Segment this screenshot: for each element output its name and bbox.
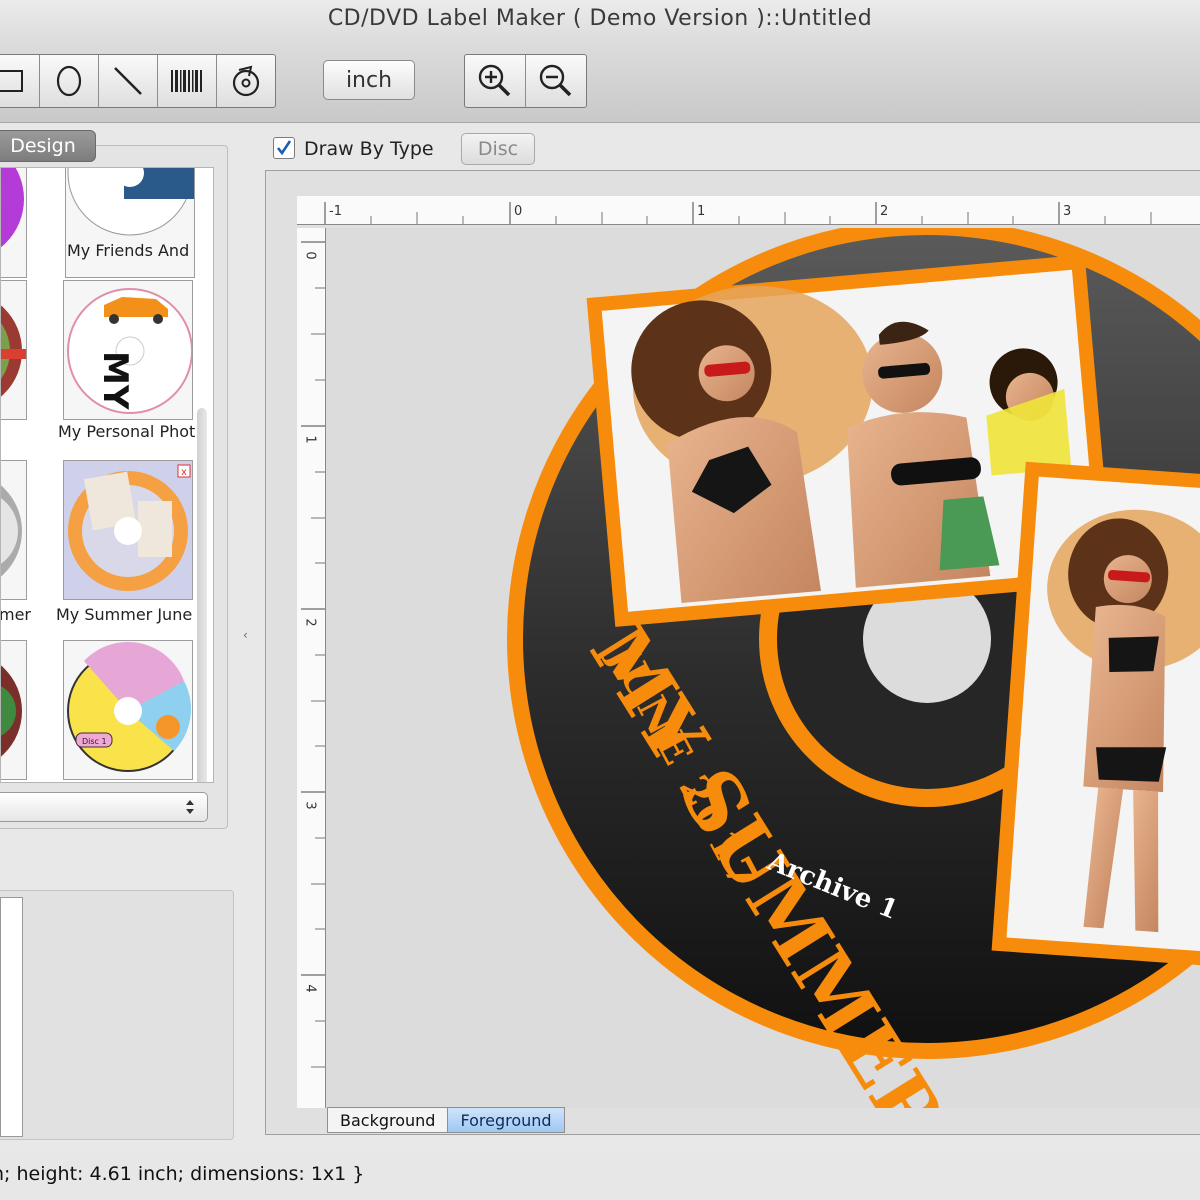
- draw-by-type-label: Draw By Type: [304, 138, 434, 160]
- barcode-icon: [171, 70, 202, 92]
- layer-tabs: Background Foreground: [327, 1107, 565, 1133]
- svg-text:x: x: [181, 467, 187, 478]
- rectangle-icon: [0, 70, 23, 92]
- disc-button[interactable]: Disc: [461, 133, 535, 165]
- barcode-tool[interactable]: [158, 55, 217, 107]
- ruler-label: 1: [302, 435, 318, 444]
- template-thumb-summer-photos[interactable]: Disc 1: [63, 640, 193, 780]
- disc-image-tool[interactable]: [217, 55, 275, 107]
- template-thumb-summer[interactable]: x: [63, 460, 193, 600]
- unit-button[interactable]: inch: [323, 60, 415, 100]
- line-icon: [114, 67, 142, 95]
- draw-by-type-checkbox[interactable]: [273, 137, 295, 159]
- svg-text:MY: MY: [95, 351, 135, 410]
- design-canvas[interactable]: JUNE 2017 MY SUMMER Archive 1: [326, 228, 1200, 1108]
- tab-foreground[interactable]: Foreground: [448, 1107, 565, 1133]
- template-category-select[interactable]: [0, 792, 208, 822]
- template-gallery: mer My Friends And MY My Personal Phot x…: [0, 167, 214, 783]
- status-bar: h; height: 4.61 inch; dimensions: 1x1 }: [0, 1153, 1200, 1200]
- ruler-label: 0: [514, 204, 523, 219]
- splitter-handle[interactable]: ‹: [243, 628, 248, 642]
- rectangle-tool[interactable]: [0, 55, 40, 107]
- window-title: CD/DVD Label Maker ( Demo Version )::Unt…: [327, 6, 873, 31]
- line-tool[interactable]: [99, 55, 158, 107]
- ruler-label: 3: [1063, 204, 1072, 219]
- template-thumb[interactable]: [1, 168, 27, 278]
- ruler-label: -1: [329, 204, 342, 219]
- photo-group[interactable]: [991, 461, 1200, 967]
- disc-label[interactable]: JUNE 2017 MY SUMMER Archive 1: [326, 228, 1200, 1108]
- ellipse-icon: [56, 65, 82, 97]
- zoom-in-icon: [478, 64, 511, 97]
- ruler-label: 3: [302, 801, 318, 810]
- template-thumb-personal[interactable]: MY: [63, 280, 193, 420]
- select-arrows-icon: [186, 800, 194, 814]
- template-caption: My Friends And: [67, 241, 190, 260]
- ruler-label: 0: [302, 251, 318, 260]
- template-caption: mer: [0, 605, 32, 624]
- template-caption: My Personal Phot: [58, 422, 196, 441]
- properties-list[interactable]: [0, 897, 23, 1137]
- ruler-label: 2: [302, 618, 318, 627]
- svg-text:Disc 1: Disc 1: [82, 737, 107, 746]
- zoom-in-button[interactable]: [465, 55, 526, 107]
- title-bar: CD/DVD Label Maker ( Demo Version )::Unt…: [0, 0, 1200, 42]
- status-text: h; height: 4.61 inch; dimensions: 1x1 }: [0, 1163, 365, 1185]
- design-tab[interactable]: Design: [0, 130, 96, 162]
- gallery-scrollbar[interactable]: [197, 408, 207, 782]
- template-caption: My Summer June: [56, 605, 193, 624]
- template-thumb-friends[interactable]: [65, 168, 195, 278]
- horizontal-ruler: -1 0 1 2 3: [297, 196, 1200, 225]
- zoom-out-button[interactable]: [526, 55, 586, 107]
- tab-background[interactable]: Background: [327, 1107, 449, 1133]
- ruler-label: 1: [697, 204, 706, 219]
- zoom-out-icon: [539, 64, 572, 97]
- drawing-tools: [0, 54, 276, 108]
- disc-image-icon: [232, 65, 260, 97]
- zoom-tools: [464, 54, 587, 108]
- template-thumb[interactable]: [1, 280, 27, 420]
- ellipse-tool[interactable]: [40, 55, 99, 107]
- checkmark-icon: [276, 140, 292, 156]
- properties-panel: [0, 890, 234, 1140]
- ruler-label: 4: [302, 984, 318, 993]
- template-thumb[interactable]: [1, 640, 27, 780]
- vertical-ruler: 0 1 2 3 4: [297, 228, 326, 1108]
- toolbar: inch: [0, 42, 1200, 123]
- ruler-label: 2: [880, 204, 889, 219]
- template-thumb[interactable]: [1, 460, 27, 600]
